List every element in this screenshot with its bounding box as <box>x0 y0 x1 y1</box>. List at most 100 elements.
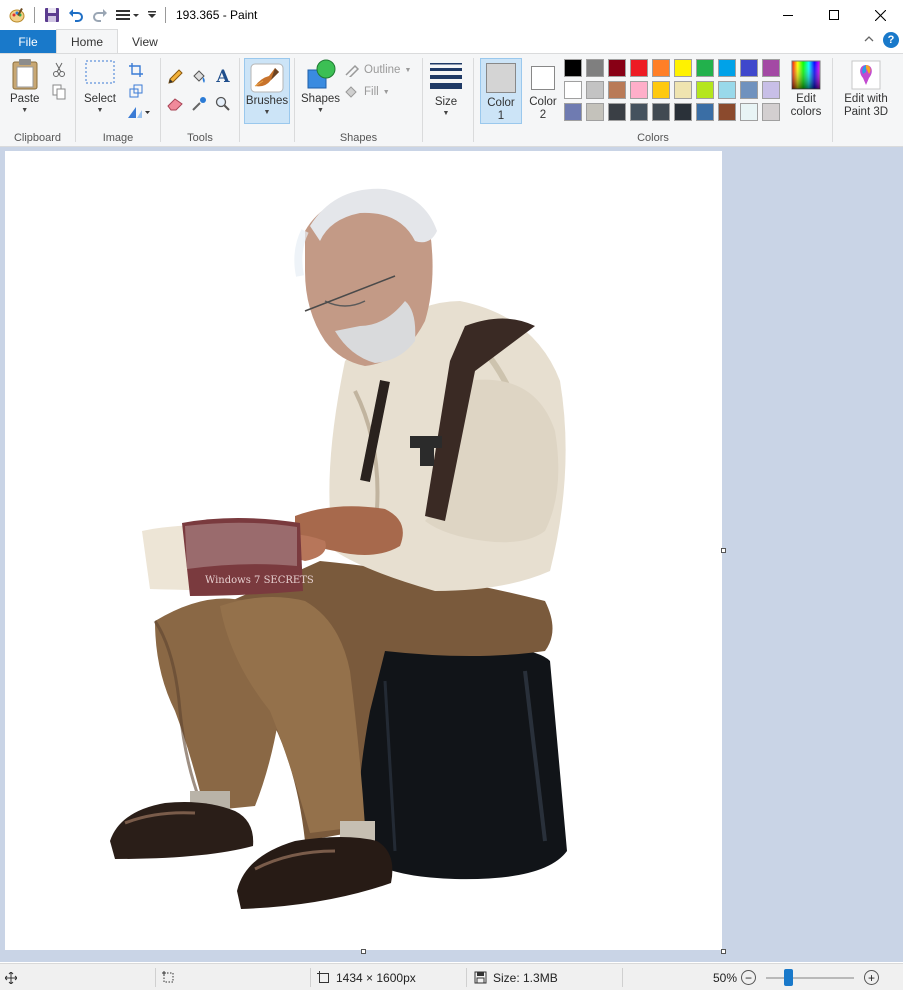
tab-home[interactable]: Home <box>56 29 119 53</box>
paint-app-icon[interactable] <box>6 4 28 26</box>
customize-toolbar-icon[interactable] <box>113 4 143 26</box>
image-group: Select ▼ Image <box>76 54 160 147</box>
color1-button[interactable]: Color 1 <box>480 58 522 124</box>
brushes-button[interactable]: Brushes ▼ <box>244 58 290 124</box>
palette-swatch[interactable] <box>674 81 692 99</box>
palette-swatch[interactable] <box>608 81 626 99</box>
save-icon[interactable] <box>41 4 63 26</box>
palette-swatch[interactable] <box>696 59 714 77</box>
fill-bucket-icon[interactable] <box>189 67 209 87</box>
resize-handle-right[interactable] <box>721 548 726 553</box>
palette-swatch[interactable] <box>608 103 626 121</box>
palette-swatch[interactable] <box>564 103 582 121</box>
tab-view[interactable]: View <box>118 30 172 53</box>
fill-label: Fill <box>364 86 379 98</box>
drawing-canvas[interactable]: Windows 7 SECRETS <box>5 151 722 950</box>
palette-swatch[interactable] <box>696 103 714 121</box>
palette-swatch[interactable] <box>652 59 670 77</box>
dimensions-text: 1434 × 1600px <box>336 970 416 985</box>
color1-label: Color 1 <box>487 97 514 123</box>
color2-swatch <box>531 66 555 90</box>
edit-with-paint3d-button[interactable]: Edit with Paint 3D <box>837 60 895 119</box>
maximize-button[interactable] <box>811 0 857 30</box>
palette-swatch[interactable] <box>718 59 736 77</box>
shapes-group-label: Shapes <box>339 132 378 144</box>
collapse-ribbon-icon[interactable] <box>863 33 875 47</box>
text-icon[interactable]: A <box>213 67 233 87</box>
workspace[interactable]: Windows 7 SECRETS <box>0 147 903 962</box>
palette-swatch[interactable] <box>674 103 692 121</box>
palette-swatch[interactable] <box>564 59 582 77</box>
size-button[interactable]: Size ▼ <box>429 62 463 117</box>
ribbon-right-controls: ? <box>863 32 899 48</box>
fill-button[interactable]: Fill ▼ <box>344 85 390 99</box>
palette-swatch[interactable] <box>586 103 604 121</box>
pencil-icon[interactable] <box>165 67 185 87</box>
chevron-down-icon: ▼ <box>382 88 390 96</box>
select-button[interactable]: Select ▼ <box>84 58 116 114</box>
shapes-button[interactable]: Shapes ▼ <box>301 58 340 114</box>
palette-swatch[interactable] <box>674 59 692 77</box>
color1-number: 1 <box>497 110 505 122</box>
help-icon[interactable]: ? <box>883 32 899 48</box>
edit-colors-button[interactable]: Edit colors <box>786 60 826 119</box>
palette-swatch[interactable] <box>762 103 780 121</box>
palette-swatch[interactable] <box>652 81 670 99</box>
zoom-slider-thumb[interactable] <box>784 969 793 986</box>
status-separator <box>155 968 156 987</box>
color-picker-icon[interactable] <box>189 94 209 114</box>
crop-icon[interactable] <box>126 60 146 80</box>
palette-swatch[interactable] <box>652 103 670 121</box>
chevron-down-icon[interactable] <box>145 4 159 26</box>
resize-handle-corner[interactable] <box>721 949 726 954</box>
paste-button[interactable]: Paste ▼ <box>10 58 39 114</box>
chevron-down-icon: ▼ <box>404 66 412 74</box>
palette-swatch[interactable] <box>630 103 648 121</box>
cut-icon[interactable] <box>49 60 69 80</box>
eraser-icon[interactable] <box>165 94 185 114</box>
book-title: Windows 7 SECRETS <box>205 575 314 586</box>
palette-swatch[interactable] <box>630 81 648 99</box>
tab-file[interactable]: File <box>0 30 56 53</box>
rotate-icon[interactable] <box>126 102 152 122</box>
undo-icon[interactable] <box>65 4 87 26</box>
zoom-out-button[interactable]: − <box>741 964 756 990</box>
color2-button[interactable]: Color 2 <box>524 58 562 124</box>
zoom-slider-track[interactable] <box>766 977 854 979</box>
palette-swatch[interactable] <box>718 81 736 99</box>
chevron-down-icon: ▼ <box>96 107 104 114</box>
outline-button[interactable]: Outline ▼ <box>344 63 411 77</box>
palette-swatch[interactable] <box>740 103 758 121</box>
palette-swatch[interactable] <box>586 81 604 99</box>
chevron-down-icon: ▼ <box>442 110 450 117</box>
palette-swatch[interactable] <box>608 59 626 77</box>
palette-swatch[interactable] <box>762 59 780 77</box>
selection-size <box>162 964 175 990</box>
palette-swatch[interactable] <box>630 59 648 77</box>
edit-colors-line1: Edit <box>796 93 816 105</box>
image-size-icon <box>317 971 329 983</box>
paint3d-icon <box>851 60 881 90</box>
resize-icon[interactable] <box>126 81 146 101</box>
edit-colors-line2: colors <box>790 106 822 118</box>
color2-number: 2 <box>539 109 547 121</box>
zoom-in-button[interactable]: + <box>864 964 879 990</box>
palette-swatch[interactable] <box>762 81 780 99</box>
paint3d-label: Edit with Paint 3D <box>844 93 888 119</box>
close-button[interactable] <box>857 0 903 30</box>
file-size-text: Size: 1.3MB <box>493 970 558 985</box>
copy-icon[interactable] <box>49 82 69 102</box>
chevron-down-icon: ▼ <box>317 107 324 114</box>
palette-swatch[interactable] <box>740 81 758 99</box>
zoom-percent: 50% <box>713 964 737 990</box>
palette-swatch[interactable] <box>718 103 736 121</box>
minimize-button[interactable] <box>765 0 811 30</box>
resize-handle-bottom[interactable] <box>361 949 366 954</box>
magnifier-icon[interactable] <box>213 94 233 114</box>
palette-swatch[interactable] <box>740 59 758 77</box>
palette-swatch[interactable] <box>564 81 582 99</box>
palette-swatch[interactable] <box>696 81 714 99</box>
palette-swatch[interactable] <box>586 59 604 77</box>
redo-icon[interactable] <box>89 4 111 26</box>
file-size: Size: 1.3MB <box>474 964 558 990</box>
